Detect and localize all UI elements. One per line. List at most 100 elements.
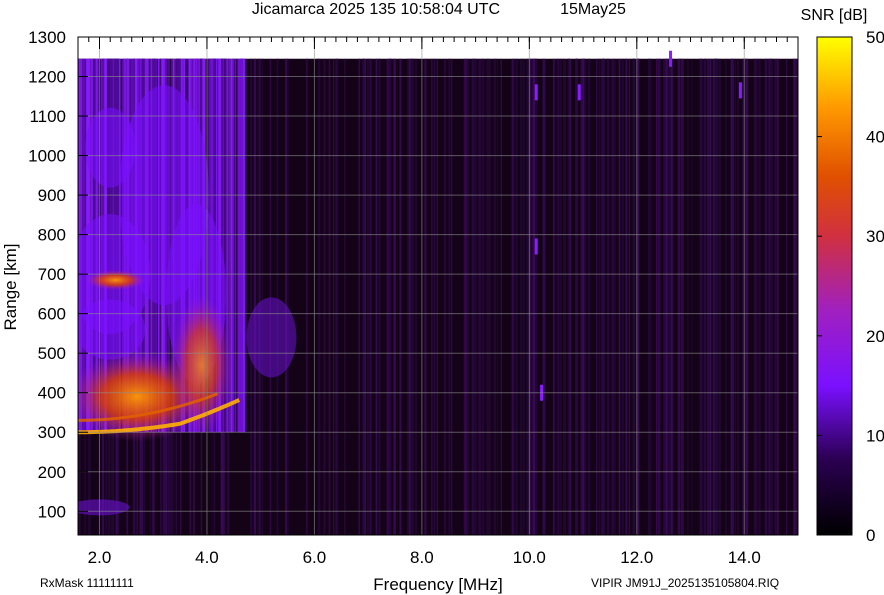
noise-streak: [607, 58, 609, 535]
echo-hot-band: [85, 270, 146, 291]
noise-streak: [704, 58, 707, 535]
noise-streak: [598, 58, 601, 535]
noise-streak: [718, 58, 721, 535]
noise-streak: [463, 58, 467, 535]
noise-streak: [253, 58, 256, 535]
echo-streak: [240, 58, 244, 433]
noise-streak: [285, 58, 288, 535]
noise-streak: [734, 58, 737, 535]
noise-streak: [323, 58, 326, 535]
noise-streak: [448, 58, 451, 535]
noise-streak: [737, 58, 740, 535]
noise-streak: [601, 58, 604, 535]
colorbar-tick-label: 40: [866, 128, 884, 147]
y-tick-label: 1200: [28, 68, 66, 87]
noise-streak: [668, 58, 671, 535]
noise-streak: [493, 58, 496, 535]
noise-streak: [760, 58, 762, 535]
ionogram-chart: 2.0 4.0 6.0 8.0 10.0 12.0 14.01002003004005006…: [1, 1, 884, 594]
noise-streak: [686, 58, 689, 535]
noise-streak: [450, 58, 453, 535]
noise-streak: [621, 58, 624, 535]
noise-streak: [432, 58, 435, 535]
noise-streak: [444, 58, 446, 535]
y-tick-label: 1000: [28, 147, 66, 166]
y-axis-label: Range [km]: [1, 244, 20, 331]
y-tick-label: 600: [38, 305, 66, 324]
noise-streak: [557, 58, 560, 535]
y-tick-label: 500: [38, 344, 66, 363]
noise-streak: [655, 58, 658, 535]
noise-streak: [399, 58, 401, 535]
noise-streak: [474, 58, 477, 535]
noise-streak: [500, 58, 503, 535]
noise-streak: [588, 58, 591, 535]
noise-streak: [707, 58, 710, 535]
noise-streak: [681, 58, 684, 535]
x-tick-label: 2.0: [88, 548, 112, 567]
noise-streak: [758, 58, 761, 535]
noise-streak: [677, 58, 680, 535]
noise-streak: [596, 58, 598, 535]
echo-streak: [235, 58, 237, 433]
noise-streak: [575, 58, 579, 535]
noise-streak: [730, 58, 733, 535]
noise-streak: [344, 58, 346, 535]
noise-streak: [567, 58, 570, 535]
noise-streak: [753, 58, 755, 535]
noise-streak: [333, 58, 335, 535]
noise-streak: [663, 58, 666, 535]
colorbar-tick-label: 50: [866, 28, 884, 47]
noise-streak: [611, 58, 614, 535]
noise-streak: [408, 58, 411, 535]
interference-spot: [534, 84, 538, 101]
colorbar-tick-label: 20: [866, 327, 884, 346]
noise-streak: [582, 58, 585, 535]
noise-streak: [465, 58, 468, 535]
colorbar: [816, 36, 853, 536]
echo-streak: [236, 58, 238, 433]
noise-streak: [414, 58, 418, 535]
noise-streak: [412, 58, 414, 535]
noise-streak: [287, 58, 289, 535]
noise-streak: [489, 58, 491, 535]
noise-streak: [378, 58, 381, 535]
noise-streak: [536, 58, 538, 535]
noise-streak: [431, 58, 433, 535]
noise-streak: [269, 58, 272, 535]
noise-streak: [366, 58, 369, 535]
x-tick-label: 10.0: [513, 548, 546, 567]
noise-streak: [670, 58, 673, 535]
noise-streak: [793, 58, 796, 535]
y-tick-label: 300: [38, 423, 66, 442]
noise-streak: [564, 58, 566, 535]
noise-streak: [665, 58, 668, 535]
date-label: 15May25: [560, 1, 626, 18]
noise-streak: [725, 58, 727, 535]
noise-streak: [745, 58, 748, 535]
noise-streak: [369, 58, 371, 535]
y-tick-label: 1300: [28, 28, 66, 47]
noise-streak: [559, 58, 562, 535]
noise-streak: [713, 58, 715, 535]
y-tick-label: 1100: [29, 107, 66, 126]
noise-streak: [584, 58, 586, 535]
colorbar-label: SNR [dB]: [801, 7, 868, 24]
noise-streak: [257, 58, 260, 535]
noise-streak: [468, 58, 470, 535]
noise-streak: [359, 58, 361, 535]
noise-streak: [526, 58, 528, 535]
noise-streak: [755, 58, 758, 535]
y-tick-label: 400: [38, 384, 66, 403]
noise-streak: [388, 58, 392, 535]
noise-streak: [657, 58, 660, 535]
interference-spot: [669, 50, 673, 67]
rxmask-label: RxMask 11111111: [40, 576, 134, 590]
colorbar-tick-label: 0: [866, 526, 875, 545]
noise-streak: [774, 58, 777, 535]
colorbar-tick-label: 30: [866, 227, 884, 246]
noise-streak: [424, 58, 427, 535]
colorbar-tick-label: 10: [866, 426, 884, 445]
chart-title: Jicamarca 2025 135 10:58:04 UTC: [252, 1, 500, 18]
noise-streak: [386, 58, 389, 535]
